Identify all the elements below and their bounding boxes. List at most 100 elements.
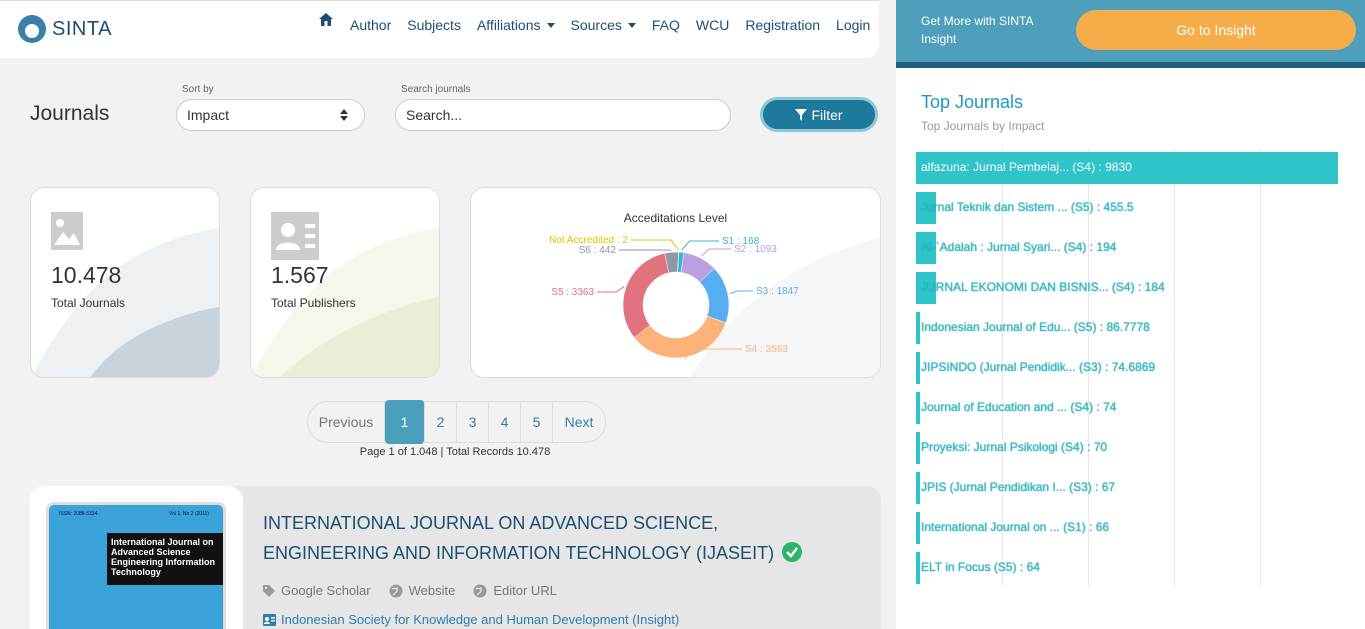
insight-promo: Get More with SINTA Insight Go to Insigh… xyxy=(896,0,1365,68)
google-scholar-link[interactable]: Google Scholar xyxy=(263,583,371,598)
total-journals-label: Total Journals xyxy=(51,296,126,310)
cover-issn: ISSN: 2088-5334 xyxy=(59,511,98,517)
pagination: Previous 1 2 3 4 5 Next xyxy=(307,400,606,444)
journal-card: ISSN: 2088-5334 Vol 1, No 2 (2011) Inter… xyxy=(30,486,881,629)
filter-button[interactable]: Filter xyxy=(760,97,878,132)
page-title: Journals xyxy=(30,102,110,125)
chevron-down-icon xyxy=(627,22,636,28)
id-card-icon xyxy=(271,212,319,260)
top-navbar: SINTA Author Subjects Affiliations Sourc… xyxy=(0,0,879,58)
top-journal-label: JIPSINDO (Jurnal Pendidik... (S3) : 74.6… xyxy=(921,360,1156,374)
top-journal-bar-row[interactable]: JURNAL EKONOMI DAN BISNIS... (S4) : 184 xyxy=(916,272,1340,304)
top-journal-bar xyxy=(916,472,920,504)
chevron-down-icon xyxy=(546,22,555,28)
nav-login[interactable]: Login xyxy=(836,17,870,33)
next-page-button[interactable]: Next xyxy=(553,402,605,442)
donut-slice-s5[interactable] xyxy=(622,252,670,338)
top-journal-bar xyxy=(916,432,920,464)
page-5-button[interactable]: 5 xyxy=(521,402,553,442)
top-journal-label: Jurnal Teknik dan Sistem ... (S5) : 455.… xyxy=(921,200,1134,214)
top-journal-bar-row[interactable]: ELT in Focus (S5) : 64 xyxy=(916,552,1340,584)
previous-page-button[interactable]: Previous xyxy=(308,402,385,442)
globe-icon xyxy=(389,584,403,597)
top-journal-bar-row[interactable]: JIPSINDO (Jurnal Pendidik... (S3) : 74.6… xyxy=(916,352,1340,384)
tag-icon xyxy=(263,584,275,597)
top-journal-label: JPIS (Jurnal Pendidikan I... (S3) : 67 xyxy=(921,480,1116,494)
top-journal-label: alfazuna: Jurnal Pembelaj... (S4) : 9830 xyxy=(921,160,1132,174)
nav-affiliations-dropdown[interactable]: Affiliations xyxy=(477,17,555,33)
total-publishers-card: 1.567 Total Publishers xyxy=(250,187,440,378)
nav-faq[interactable]: FAQ xyxy=(652,17,680,33)
top-journals-title: Top Journals xyxy=(921,92,1024,112)
top-journal-bar xyxy=(916,552,920,584)
promo-text: Get More with SINTA Insight xyxy=(921,14,1033,46)
top-journal-bar-row[interactable]: International Journal on ... (S1) : 66 xyxy=(916,512,1340,544)
filter-icon xyxy=(795,108,808,121)
page-info: Page 1 of 1.048 | Total Records 10.478 xyxy=(359,446,551,458)
top-journals-bar-chart: alfazuna: Jurnal Pembelaj... (S4) : 9830… xyxy=(916,148,1340,586)
editor-url-link[interactable]: Editor URL xyxy=(473,583,557,598)
accreditation-chart-card: Acceditations Level S1 : 168 S2 : 1093 S3 … xyxy=(470,187,881,378)
donut-label: S5 : 3363 xyxy=(551,287,594,298)
nav-wcu[interactable]: WCU xyxy=(696,17,729,33)
donut-label: S3 : 1847 xyxy=(756,286,799,297)
globe-icon xyxy=(473,584,487,597)
brand[interactable]: SINTA xyxy=(18,15,112,43)
top-journal-bar-row[interactable]: Proyeksi: Jurnal Psikologi (S4) : 70 xyxy=(916,432,1340,464)
image-icon xyxy=(51,212,83,250)
donut-label: S2 : 1093 xyxy=(734,244,777,255)
nav-registration[interactable]: Registration xyxy=(745,17,820,33)
top-journal-bar-row[interactable]: alfazuna: Jurnal Pembelaj... (S4) : 9830 xyxy=(916,152,1340,184)
website-link[interactable]: Website xyxy=(389,583,455,598)
sort-label: Sort by xyxy=(182,84,214,95)
sort-arrows-icon xyxy=(340,109,348,121)
search-input[interactable]: Search... xyxy=(395,99,731,131)
page-3-button[interactable]: 3 xyxy=(457,402,489,442)
go-to-insight-button[interactable]: Go to Insight xyxy=(1076,10,1356,50)
donut-label: S4 : 3563 xyxy=(745,344,788,355)
total-publishers-value: 1.567 xyxy=(271,262,329,288)
home-icon[interactable] xyxy=(318,12,334,28)
id-badge-icon xyxy=(263,613,276,626)
journal-cover[interactable]: ISSN: 2088-5334 Vol 1, No 2 (2011) Inter… xyxy=(46,502,226,629)
top-journals-subtitle: Top Journals by Impact xyxy=(921,119,1045,133)
verified-check-icon xyxy=(782,542,803,562)
cover-title: International Journal on Advanced Scienc… xyxy=(107,533,223,585)
page-4-button[interactable]: 4 xyxy=(489,402,521,442)
top-journal-label: International Journal on ... (S1) : 66 xyxy=(921,520,1110,534)
nav-subjects[interactable]: Subjects xyxy=(407,17,461,33)
publisher-link[interactable]: Indonesian Society for Knowledge and Hum… xyxy=(263,612,679,627)
top-journal-bar xyxy=(916,352,920,384)
donut-label: S6 : 442 xyxy=(579,245,617,256)
top-journal-label: ELT in Focus (S5) : 64 xyxy=(921,560,1040,574)
top-journal-bar-row[interactable]: JPIS (Jurnal Pendidikan I... (S3) : 67 xyxy=(916,472,1340,504)
top-journal-bar-row[interactable]: Indonesian Journal of Edu... (S5) : 86.7… xyxy=(916,312,1340,344)
search-placeholder: Search... xyxy=(406,107,463,123)
total-journals-value: 10.478 xyxy=(51,262,122,288)
top-journal-bar xyxy=(916,312,920,344)
top-journal-label: JURNAL EKONOMI DAN BISNIS... (S4) : 184 xyxy=(921,280,1165,294)
page-1-button[interactable]: 1 xyxy=(385,400,425,444)
search-label: Search journals xyxy=(401,84,471,95)
top-journal-bar-row[interactable]: Journal of Education and ... (S4) : 74 xyxy=(916,392,1340,424)
sinta-logo xyxy=(18,15,46,43)
right-panel: Get More with SINTA Insight Go to Insigh… xyxy=(896,0,1365,629)
top-journal-label: Al-`Adalah : Jurnal Syari... (S4) : 194 xyxy=(921,240,1117,254)
sort-value: Impact xyxy=(187,107,230,123)
journal-title[interactable]: INTERNATIONAL JOURNAL ON ADVANCED SCIENC… xyxy=(263,508,843,568)
top-journal-label: Proyeksi: Jurnal Psikologi (S4) : 70 xyxy=(921,440,1108,454)
top-journal-bar-row[interactable]: Jurnal Teknik dan Sistem ... (S5) : 455.… xyxy=(916,192,1340,224)
top-journal-label: Indonesian Journal of Edu... (S5) : 86.7… xyxy=(921,320,1150,334)
main-nav: Author Subjects Affiliations Sources FAQ… xyxy=(318,13,886,33)
nav-author[interactable]: Author xyxy=(350,17,391,33)
sort-select[interactable]: Impact xyxy=(176,99,365,131)
top-journal-bar-row[interactable]: Al-`Adalah : Jurnal Syari... (S4) : 194 xyxy=(916,232,1340,264)
total-publishers-label: Total Publishers xyxy=(271,296,356,310)
donut-leader-line xyxy=(700,248,731,257)
nav-sources-dropdown[interactable]: Sources xyxy=(571,17,636,33)
donut-leader-line xyxy=(597,285,625,293)
page-2-button[interactable]: 2 xyxy=(425,402,457,442)
journal-cover-wrap: ISSN: 2088-5334 Vol 1, No 2 (2011) Inter… xyxy=(30,486,243,629)
donut-label: Not Accredited : 2 xyxy=(549,235,628,246)
brand-name: SINTA xyxy=(52,17,112,40)
